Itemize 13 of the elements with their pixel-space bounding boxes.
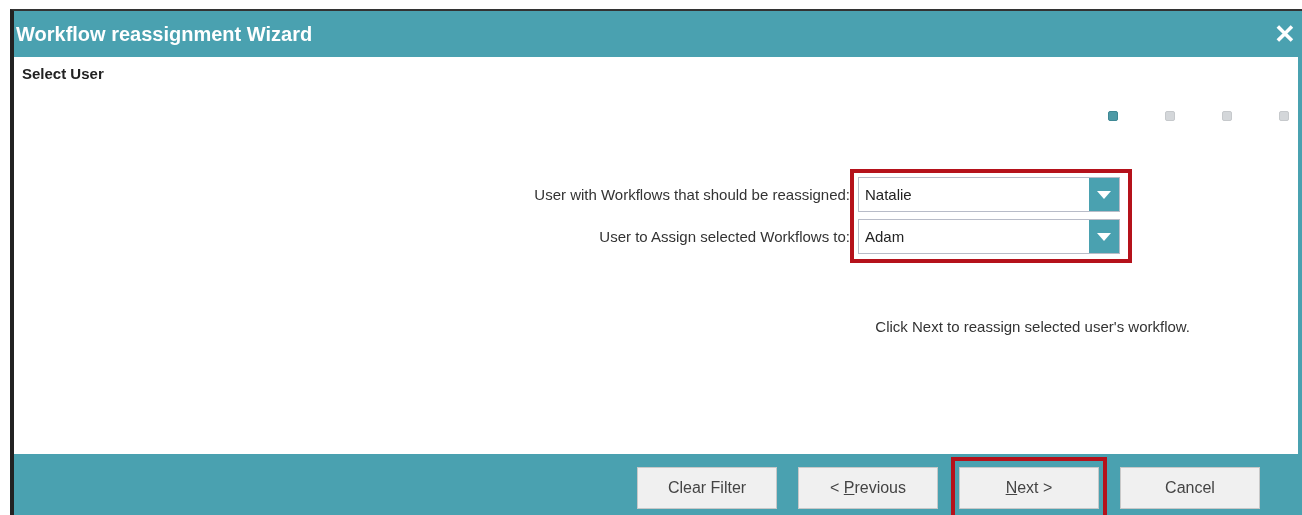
caret-icon [1097, 190, 1111, 199]
wizard-button[interactable]: Next > [959, 467, 1099, 509]
field-label: User with Workflows that should be reassigned: [534, 185, 850, 205]
wizard-button[interactable]: Cancel [1120, 467, 1260, 509]
user-dropdown[interactable]: Natalie [858, 177, 1120, 212]
field-label: User to Assign selected Workflows to: [599, 227, 850, 247]
caret-icon [1097, 232, 1111, 241]
user-dropdown[interactable]: Adam [858, 219, 1120, 254]
wizard-button[interactable]: Clear Filter [637, 467, 777, 509]
window-title: Workflow reassignment Wizard [16, 22, 313, 46]
wizard-button[interactable]: < Previous [798, 467, 938, 509]
instruction-text: Click Next to reassign selected user's workflow. [875, 318, 1190, 335]
page-title: Select User [22, 65, 104, 82]
